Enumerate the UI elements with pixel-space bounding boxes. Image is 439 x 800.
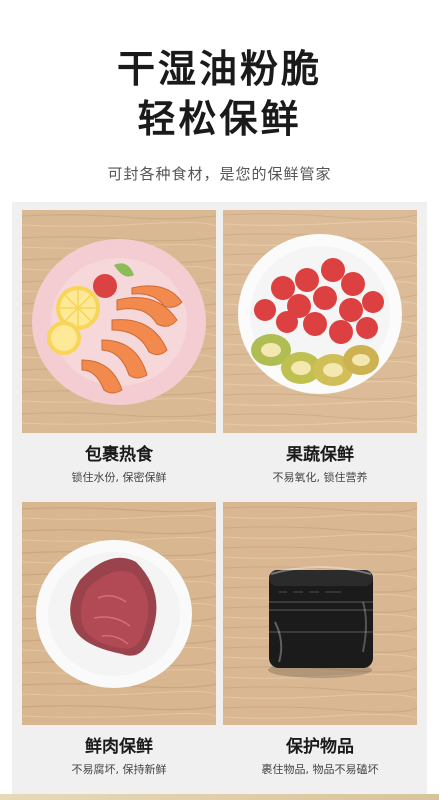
- card-description: 不易腐坏, 保持新鲜: [71, 763, 167, 776]
- usage-card-meat: 鲜肉保鲜 不易腐坏, 保持新鲜: [22, 502, 216, 788]
- headline-line-1: 干湿油粉脆: [116, 47, 322, 91]
- produce-photo: [223, 210, 417, 433]
- card-description: 不易氧化, 锁住营养: [272, 471, 368, 484]
- usage-grid: 包裹热食 锁住水份, 保密保鲜 果蔬保鲜 不易氧化, 锁住营养 鲜肉保鲜 不易腐…: [12, 202, 427, 800]
- wrapped-object-photo: [223, 502, 417, 725]
- card-description: 裹住物品, 物品不易磕坏: [261, 763, 379, 776]
- card-title: 鲜肉保鲜: [85, 737, 153, 757]
- card-description: 锁住水份, 保密保鲜: [71, 471, 167, 484]
- subtitle: 可封各种食材，是您的保鲜管家: [107, 165, 332, 183]
- usage-card-hot-food: 包裹热食 锁住水份, 保密保鲜: [22, 210, 216, 496]
- bottom-accent-strip: [0, 794, 439, 800]
- card-title: 包裹热食: [85, 445, 153, 465]
- usage-card-produce: 果蔬保鲜 不易氧化, 锁住营养: [223, 210, 417, 496]
- hot-food-photo: [22, 210, 216, 433]
- card-title: 保护物品: [286, 737, 354, 757]
- meat-photo: [22, 502, 216, 725]
- usage-card-objects: 保护物品 裹住物品, 物品不易磕坏: [223, 502, 417, 788]
- card-title: 果蔬保鲜: [286, 445, 354, 465]
- headline-line-2: 轻松保鲜: [137, 97, 302, 141]
